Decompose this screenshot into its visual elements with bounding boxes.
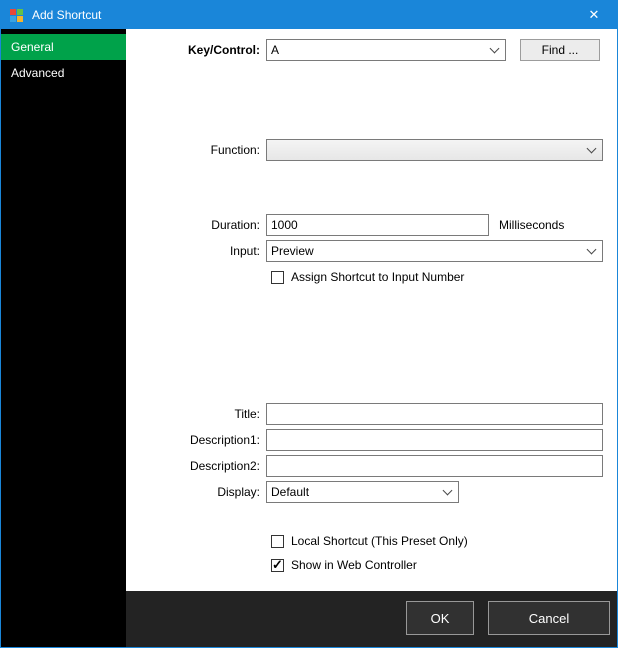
- description1-row: Description1:: [126, 429, 603, 451]
- local-shortcut-label: Local Shortcut (This Preset Only): [291, 534, 468, 548]
- chevron-down-icon: [443, 485, 453, 495]
- chevron-down-icon: [587, 244, 597, 254]
- cancel-button[interactable]: Cancel: [488, 601, 610, 635]
- key-control-dropdown[interactable]: A: [266, 39, 506, 61]
- local-shortcut-row: Local Shortcut (This Preset Only): [271, 533, 468, 549]
- function-dropdown[interactable]: [266, 139, 603, 161]
- function-row: Function:: [126, 139, 603, 161]
- input-label: Input:: [126, 244, 266, 258]
- display-label: Display:: [126, 485, 266, 499]
- footer-bar: OK Cancel: [126, 591, 618, 647]
- web-controller-label: Show in Web Controller: [291, 558, 417, 572]
- chevron-down-icon: [490, 43, 500, 53]
- key-control-value: A: [271, 43, 487, 57]
- close-icon[interactable]: ✕: [571, 1, 617, 29]
- duration-units-label: Milliseconds: [499, 218, 564, 232]
- duration-row: Duration: Milliseconds: [126, 214, 564, 236]
- app-logo-grid-icon: [10, 9, 23, 22]
- web-controller-row: Show in Web Controller: [271, 557, 417, 573]
- web-controller-checkbox[interactable]: [271, 559, 284, 572]
- key-control-label: Key/Control:: [126, 43, 266, 57]
- duration-label: Duration:: [126, 218, 266, 232]
- chevron-down-icon: [587, 143, 597, 153]
- assign-shortcut-checkbox[interactable]: [271, 271, 284, 284]
- function-label: Function:: [126, 143, 266, 157]
- description2-input[interactable]: [266, 455, 603, 477]
- display-dropdown[interactable]: Default: [266, 481, 459, 503]
- input-dropdown[interactable]: Preview: [266, 240, 603, 262]
- display-value: Default: [271, 485, 440, 499]
- display-row: Display: Default: [126, 481, 459, 503]
- description1-label: Description1:: [126, 433, 266, 447]
- description2-row: Description2:: [126, 455, 603, 477]
- find-button[interactable]: Find ...: [520, 39, 600, 61]
- window-title: Add Shortcut: [32, 8, 101, 22]
- general-panel: Key/Control: A Find ... Function: Durati…: [126, 29, 618, 593]
- title-row: Title:: [126, 403, 603, 425]
- duration-input[interactable]: [266, 214, 489, 236]
- local-shortcut-checkbox[interactable]: [271, 535, 284, 548]
- ok-button[interactable]: OK: [406, 601, 474, 635]
- description1-input[interactable]: [266, 429, 603, 451]
- input-row: Input: Preview: [126, 240, 603, 262]
- sidebar-item-advanced[interactable]: Advanced: [1, 60, 126, 86]
- description2-label: Description2:: [126, 459, 266, 473]
- key-control-row: Key/Control: A Find ...: [126, 39, 600, 61]
- sidebar-item-general[interactable]: General: [1, 34, 126, 60]
- assign-shortcut-row: Assign Shortcut to Input Number: [271, 269, 464, 285]
- title-input[interactable]: [266, 403, 603, 425]
- input-value: Preview: [271, 244, 584, 258]
- assign-shortcut-label: Assign Shortcut to Input Number: [291, 270, 464, 284]
- title-label: Title:: [126, 407, 266, 421]
- titlebar: Add Shortcut ✕: [1, 1, 617, 29]
- sidebar: General Advanced: [1, 29, 126, 648]
- add-shortcut-dialog: Add Shortcut ✕ General Advanced Key/Cont…: [0, 0, 618, 648]
